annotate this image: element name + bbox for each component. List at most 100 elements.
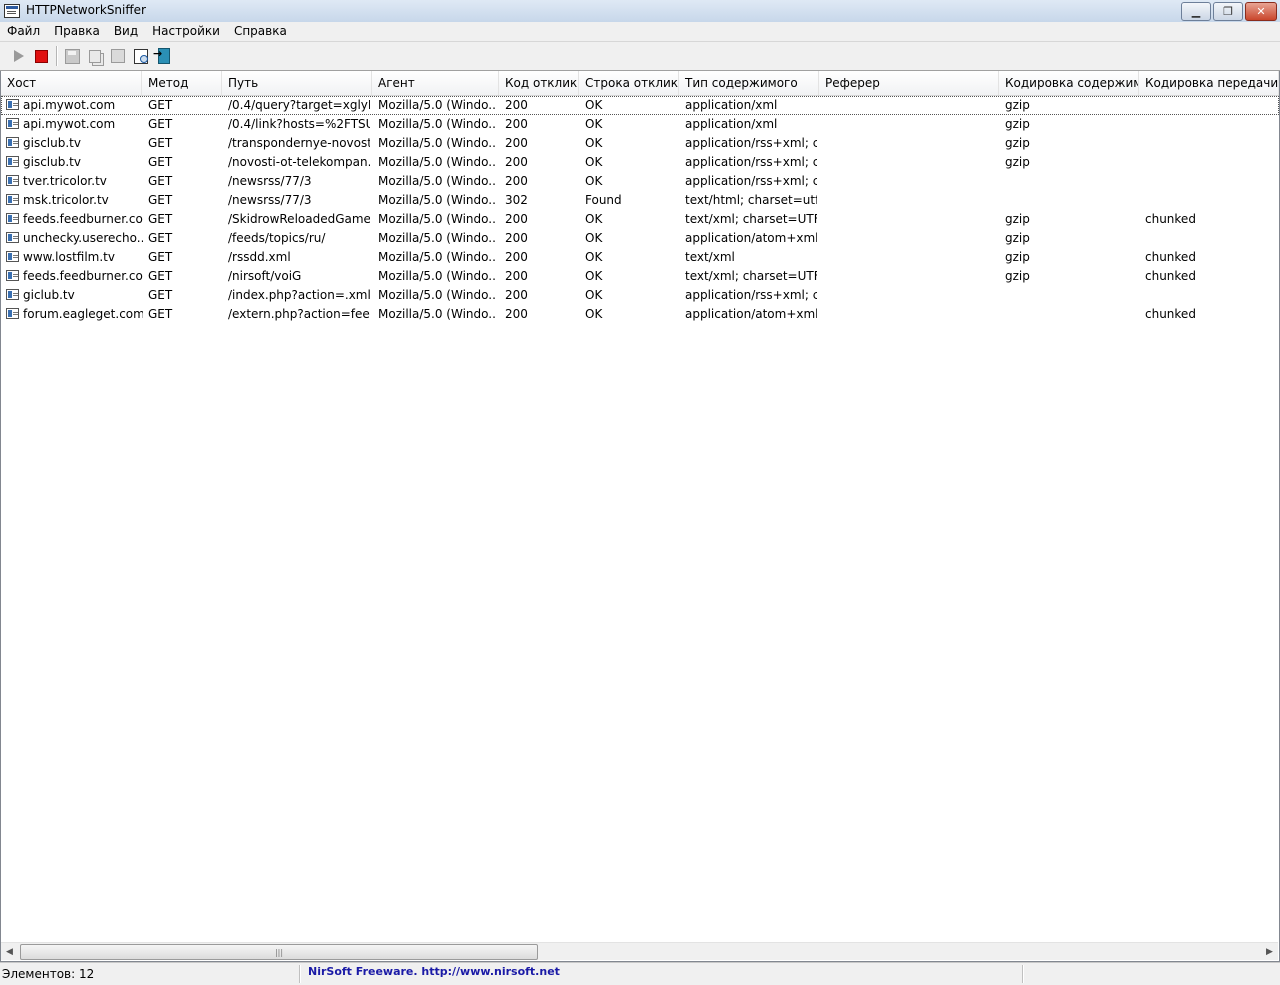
cell-method: GET xyxy=(148,174,173,188)
properties-icon xyxy=(111,49,125,63)
cell-response-string: OK xyxy=(585,269,603,283)
cell-response-code: 200 xyxy=(505,288,528,302)
save-icon xyxy=(64,48,80,64)
exit-button[interactable] xyxy=(153,47,173,65)
cell-path: /feeds/topics/ru/ xyxy=(228,231,326,245)
items-count: Элементов: 12 xyxy=(2,967,95,981)
menu-help[interactable]: Справка xyxy=(227,22,294,41)
cell-path: /rssdd.xml xyxy=(228,250,291,264)
request-icon xyxy=(6,99,19,110)
cell-path: /extern.php?action=fee... xyxy=(228,307,370,321)
cell-content-type: application/rss+xml; c... xyxy=(685,174,817,188)
cell-response-string: OK xyxy=(585,231,603,245)
cell-referer xyxy=(825,191,997,210)
column-header-host[interactable]: Хост xyxy=(1,71,142,95)
minimize-button[interactable]: ▁ xyxy=(1181,2,1211,21)
title-bar: HTTPNetworkSniffer ▁ ❐ ✕ xyxy=(0,0,1280,23)
scrollbar-thumb[interactable]: ||| xyxy=(20,944,538,960)
nirsoft-link[interactable]: NirSoft Freeware. http://www.nirsoft.net xyxy=(308,965,560,978)
copy-button[interactable] xyxy=(86,47,104,65)
cell-response-code: 302 xyxy=(505,193,528,207)
cell-path: /newsrss/77/3 xyxy=(228,174,312,188)
request-icon xyxy=(6,175,19,186)
request-icon xyxy=(6,156,19,167)
table-row[interactable]: forum.eagleget.com GET/extern.php?action=… xyxy=(1,305,1279,324)
cell-transfer-encoding xyxy=(1145,191,1275,210)
cell-response-code: 200 xyxy=(505,231,528,245)
cell-response-string: Found xyxy=(585,193,622,207)
cell-transfer-encoding xyxy=(1145,172,1275,191)
cell-agent: Mozilla/5.0 (Windo... xyxy=(378,250,496,264)
copy-icon xyxy=(89,49,101,63)
cell-response-code: 200 xyxy=(505,117,528,131)
cell-method: GET xyxy=(148,231,173,245)
cell-response-code: 200 xyxy=(505,307,528,321)
column-header-referer[interactable]: Реферер xyxy=(819,71,999,95)
column-header-agent[interactable]: Агент xyxy=(372,71,499,95)
close-button[interactable]: ✕ xyxy=(1245,2,1277,21)
cell-referer xyxy=(825,172,997,191)
scroll-right-arrow[interactable]: ▶ xyxy=(1261,943,1278,960)
column-header-response-string[interactable]: Строка отклика xyxy=(579,71,679,95)
cell-content-type: application/xml xyxy=(685,98,778,112)
table-row[interactable]: tver.tricolor.tv GET/newsrss/77/3 Mozilla/… xyxy=(1,172,1279,191)
stop-capture-button[interactable] xyxy=(32,47,50,65)
cell-host: gisclub.tv xyxy=(23,155,81,169)
stop-icon xyxy=(34,49,48,63)
cell-transfer-encoding xyxy=(1145,286,1275,305)
cell-transfer-encoding: chunked xyxy=(1145,307,1196,321)
cell-method: GET xyxy=(148,307,173,321)
find-button[interactable] xyxy=(132,47,150,65)
play-icon xyxy=(14,50,24,62)
table-row[interactable]: www.lostfilm.tv GET/rssdd.xml Mozilla/5.0 … xyxy=(1,248,1279,267)
column-header-transfer-encoding[interactable]: Кодировка передачи xyxy=(1139,71,1279,95)
horizontal-scrollbar[interactable]: ◀ ||| ▶ xyxy=(1,942,1278,960)
cell-referer xyxy=(825,153,997,172)
request-icon xyxy=(6,194,19,205)
cell-content-type: application/atom+xml... xyxy=(685,231,817,245)
column-header-response-code[interactable]: Код отклика xyxy=(499,71,579,95)
start-capture-button[interactable] xyxy=(10,47,28,65)
properties-button[interactable] xyxy=(109,47,127,65)
cell-response-code: 200 xyxy=(505,212,528,226)
menu-bar: Файл Правка Вид Настройки Справка xyxy=(0,22,1280,42)
cell-content-type: text/xml xyxy=(685,250,735,264)
table-row[interactable]: msk.tricolor.tv GET/newsrss/77/3 Mozilla/5… xyxy=(1,191,1279,210)
cell-method: GET xyxy=(148,288,173,302)
table-row[interactable]: feeds.feedburner.com GET/SkidrowReloadedG… xyxy=(1,210,1279,229)
table-row[interactable]: gisclub.tv GET/transpondernye-novost... Mo… xyxy=(1,134,1279,153)
requests-list[interactable]: Хост Метод Путь Агент Код отклика Строка… xyxy=(0,71,1280,962)
cell-referer xyxy=(825,96,997,115)
table-row[interactable]: api.mywot.com GET/0.4/link?hosts=%2FTSU..… xyxy=(1,115,1279,134)
table-row[interactable]: api.mywot.com GET/0.4/query?target=xglyK.… xyxy=(1,96,1279,115)
find-icon xyxy=(134,48,148,64)
cell-referer xyxy=(825,210,997,229)
cell-content-type: application/rss+xml; c... xyxy=(685,155,817,169)
column-header-path[interactable]: Путь xyxy=(222,71,372,95)
cell-content-type: application/atom+xml... xyxy=(685,307,817,321)
cell-agent: Mozilla/5.0 (Windo... xyxy=(378,231,496,245)
table-row[interactable]: unchecky.userecho.... GET/feeds/topics/ru… xyxy=(1,229,1279,248)
cell-response-string: OK xyxy=(585,136,603,150)
cell-referer xyxy=(825,229,997,248)
column-header-content-encoding[interactable]: Кодировка содержим... xyxy=(999,71,1139,95)
table-row[interactable]: gisclub.tv GET/novosti-ot-telekompan... Mo… xyxy=(1,153,1279,172)
menu-view[interactable]: Вид xyxy=(107,22,145,41)
cell-referer xyxy=(825,134,997,153)
toolbar xyxy=(0,42,1280,71)
column-header-method[interactable]: Метод xyxy=(142,71,222,95)
restore-button[interactable]: ❐ xyxy=(1213,2,1243,21)
scroll-left-arrow[interactable]: ◀ xyxy=(1,943,18,960)
table-row[interactable]: feeds.feedburner.com GET/nirsoft/voiG Mozi… xyxy=(1,267,1279,286)
cell-referer xyxy=(825,115,997,134)
table-row[interactable]: giclub.tv GET/index.php?action=.xml;... Mo… xyxy=(1,286,1279,305)
menu-options[interactable]: Настройки xyxy=(145,22,227,41)
cell-agent: Mozilla/5.0 (Windo... xyxy=(378,155,496,169)
cell-content-type: application/rss+xml; c... xyxy=(685,136,817,150)
save-button[interactable] xyxy=(63,47,81,65)
menu-edit[interactable]: Правка xyxy=(47,22,107,41)
cell-agent: Mozilla/5.0 (Windo... xyxy=(378,136,496,150)
column-header-content-type[interactable]: Тип содержимого xyxy=(679,71,819,95)
menu-file[interactable]: Файл xyxy=(0,22,47,41)
cell-host: feeds.feedburner.com xyxy=(23,269,143,283)
